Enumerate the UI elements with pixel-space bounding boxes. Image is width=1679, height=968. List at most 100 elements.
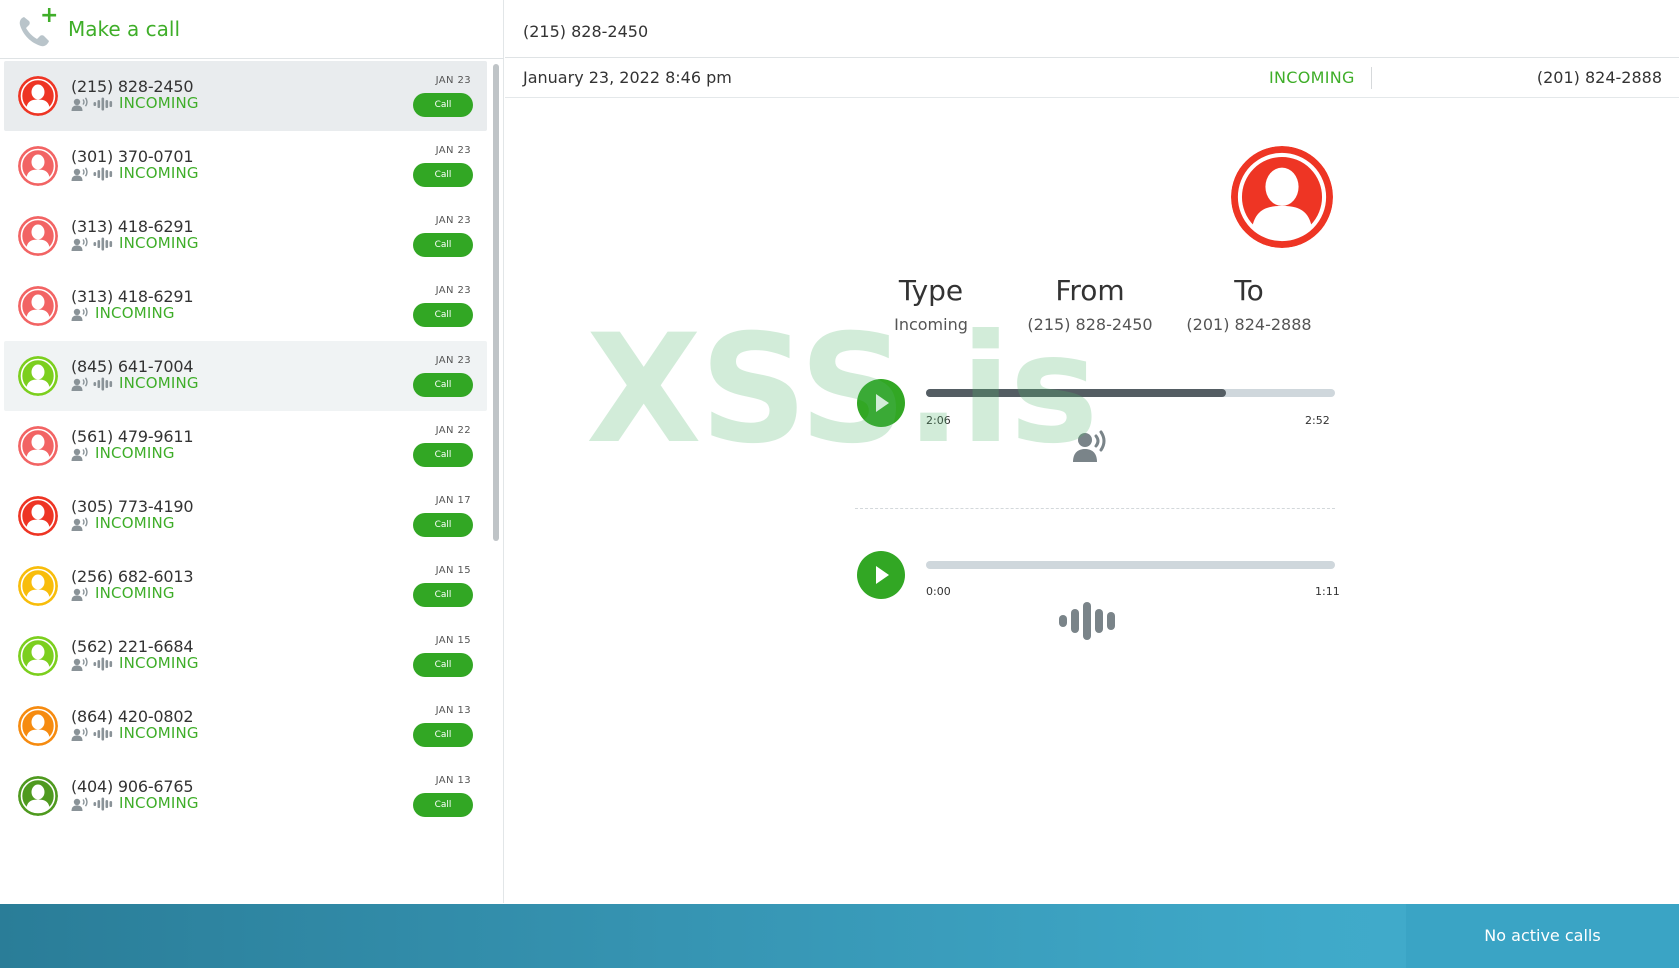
recording-waveform-icon bbox=[93, 656, 113, 671]
call-status: INCOMING bbox=[119, 654, 199, 672]
call-list-item[interactable]: (404) 906-6765 INCOMING JAN 13 Call bbox=[4, 761, 487, 831]
call-to-number: (201) 824-2888 bbox=[1536, 68, 1662, 87]
call-back-button[interactable]: Call bbox=[413, 653, 473, 677]
recording-2-progress-bar[interactable] bbox=[926, 561, 1335, 569]
contact-avatar-icon bbox=[18, 286, 58, 326]
call-status: INCOMING bbox=[119, 164, 199, 182]
recording-waveform-icon bbox=[93, 166, 113, 181]
call-back-button[interactable]: Call bbox=[413, 373, 473, 397]
from-column: From (215) 828-2450 bbox=[1010, 274, 1170, 334]
call-datetime: January 23, 2022 8:46 pm bbox=[523, 68, 732, 87]
call-meta: INCOMING bbox=[71, 374, 199, 392]
contact-avatar-icon bbox=[18, 776, 58, 816]
recording-1-progress-bar[interactable] bbox=[926, 389, 1335, 397]
call-list-item[interactable]: (864) 420-0802 INCOMING JAN 13 Call bbox=[4, 691, 487, 761]
recording-waveform-icon bbox=[93, 376, 113, 391]
call-history-panel: + Make a call (215) 828-2450 INCOMING JAN … bbox=[0, 0, 504, 903]
call-list-scrollbar[interactable] bbox=[493, 64, 499, 541]
contact-avatar-icon bbox=[18, 146, 58, 186]
call-meta: INCOMING bbox=[71, 724, 199, 742]
recording-waveform-icon bbox=[93, 96, 113, 111]
call-detail-panel: (215) 828-2450 January 23, 2022 8:46 pm … bbox=[505, 0, 1679, 903]
voicemail-icon bbox=[71, 516, 89, 531]
active-calls-status: No active calls bbox=[1406, 904, 1679, 968]
contact-avatar-icon bbox=[18, 426, 58, 466]
contact-avatar-icon bbox=[18, 356, 58, 396]
call-status: INCOMING bbox=[119, 724, 199, 742]
call-list-item[interactable]: (256) 682-6013 INCOMING JAN 15 Call bbox=[4, 551, 487, 621]
type-value: Incoming bbox=[894, 315, 968, 334]
call-status: INCOMING bbox=[119, 374, 199, 392]
voicemail-icon bbox=[71, 166, 89, 181]
call-list-item[interactable]: (562) 221-6684 INCOMING JAN 15 Call bbox=[4, 621, 487, 691]
call-status: INCOMING bbox=[95, 514, 175, 532]
voicemail-icon bbox=[71, 236, 89, 251]
call-back-button[interactable]: Call bbox=[413, 93, 473, 117]
call-date: JAN 15 bbox=[435, 565, 471, 576]
contact-avatar-icon bbox=[18, 706, 58, 746]
call-date: JAN 23 bbox=[435, 145, 471, 156]
call-list-item[interactable]: (313) 418-6291 INCOMING JAN 23 Call bbox=[4, 271, 487, 341]
make-call-button[interactable]: + Make a call bbox=[0, 0, 504, 59]
call-meta: INCOMING bbox=[71, 514, 175, 532]
call-meta: INCOMING bbox=[71, 164, 199, 182]
call-meta: INCOMING bbox=[71, 794, 199, 812]
call-status: INCOMING bbox=[119, 794, 199, 812]
call-date: JAN 13 bbox=[435, 775, 471, 786]
voicemail-icon bbox=[71, 96, 89, 111]
audio-waveform-icon bbox=[1057, 600, 1123, 646]
call-back-button[interactable]: Call bbox=[413, 303, 473, 327]
call-meta: INCOMING bbox=[71, 94, 199, 112]
caller-avatar bbox=[1231, 146, 1333, 248]
to-column: To (201) 824-2888 bbox=[1169, 274, 1329, 334]
play-button-recording-1[interactable] bbox=[857, 379, 905, 427]
call-date: JAN 13 bbox=[435, 705, 471, 716]
call-back-button[interactable]: Call bbox=[413, 233, 473, 257]
recording-2-total-time: 1:11 bbox=[1315, 585, 1340, 598]
voicemail-icon bbox=[71, 306, 89, 321]
call-date: JAN 22 bbox=[435, 425, 471, 436]
call-meta: INCOMING bbox=[71, 654, 199, 672]
call-meta: INCOMING bbox=[71, 304, 175, 322]
voicemail-icon bbox=[71, 586, 89, 601]
play-icon bbox=[876, 566, 889, 584]
recording-waveform-icon bbox=[93, 796, 113, 811]
from-value: (215) 828-2450 bbox=[1027, 315, 1153, 334]
voicemail-icon bbox=[71, 796, 89, 811]
make-call-label: Make a call bbox=[68, 17, 181, 41]
call-back-button[interactable]: Call bbox=[413, 793, 473, 817]
recording-1-current-time: 2:06 bbox=[926, 414, 951, 427]
call-back-button[interactable]: Call bbox=[413, 583, 473, 607]
call-date: JAN 23 bbox=[435, 75, 471, 86]
recording-waveform-icon bbox=[93, 236, 113, 251]
recording-waveform-icon bbox=[93, 726, 113, 741]
recording-1-total-time: 2:52 bbox=[1305, 414, 1330, 427]
status-bar: No active calls bbox=[0, 904, 1679, 968]
header-divider bbox=[1371, 67, 1372, 89]
voicemail-icon bbox=[71, 376, 89, 391]
call-date: JAN 23 bbox=[435, 215, 471, 226]
call-date: JAN 23 bbox=[435, 355, 471, 366]
recording-2-current-time: 0:00 bbox=[926, 585, 951, 598]
call-back-button[interactable]: Call bbox=[413, 723, 473, 747]
voicemail-icon bbox=[71, 726, 89, 741]
contact-avatar-icon bbox=[18, 496, 58, 536]
call-list-item[interactable]: (215) 828-2450 INCOMING JAN 23 Call bbox=[4, 61, 487, 131]
call-date: JAN 17 bbox=[435, 495, 471, 506]
call-status: INCOMING bbox=[119, 94, 199, 112]
call-meta: INCOMING bbox=[71, 444, 175, 462]
call-back-button[interactable]: Call bbox=[413, 443, 473, 467]
play-button-recording-2[interactable] bbox=[857, 551, 905, 599]
call-list-item[interactable]: (301) 370-0701 INCOMING JAN 23 Call bbox=[4, 131, 487, 201]
call-list-item[interactable]: (305) 773-4190 INCOMING JAN 17 Call bbox=[4, 481, 487, 551]
call-back-button[interactable]: Call bbox=[413, 163, 473, 187]
call-back-button[interactable]: Call bbox=[413, 513, 473, 537]
call-direction: INCOMING bbox=[1269, 68, 1355, 87]
call-status: INCOMING bbox=[95, 444, 175, 462]
call-meta: INCOMING bbox=[71, 234, 199, 252]
call-list-item[interactable]: (313) 418-6291 INCOMING JAN 23 Call bbox=[4, 201, 487, 271]
call-meta: INCOMING bbox=[71, 584, 175, 602]
phone-add-icon: + bbox=[18, 5, 58, 47]
call-list-item[interactable]: (561) 479-9611 INCOMING JAN 22 Call bbox=[4, 411, 487, 481]
call-list-item[interactable]: (845) 641-7004 INCOMING JAN 23 Call bbox=[4, 341, 487, 411]
